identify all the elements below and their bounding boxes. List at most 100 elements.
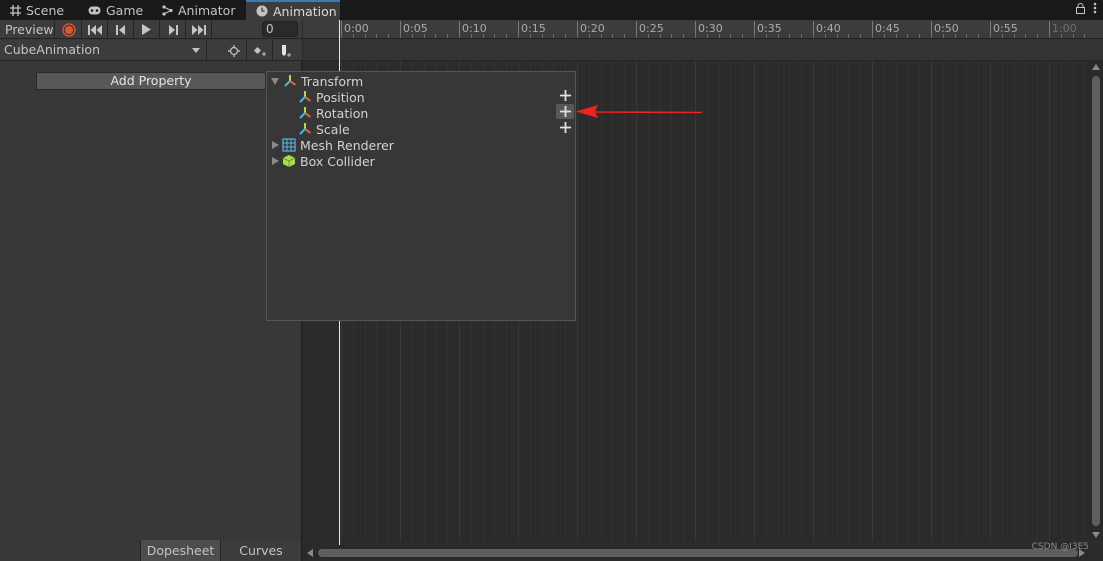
step-forward-icon xyxy=(168,24,178,35)
minor-tick xyxy=(353,34,354,38)
last-keyframe-button[interactable] xyxy=(186,20,212,39)
add-property-button[interactable]: Add Property xyxy=(36,72,266,90)
animation-properties-panel: Preview 0 CubeAnimation Add Property Dop… xyxy=(0,20,302,561)
tab-animator-label: Animator xyxy=(178,2,236,18)
tree-item-label: Position xyxy=(316,89,365,105)
grid-line xyxy=(1061,61,1062,541)
curves-tab[interactable]: Curves xyxy=(220,540,301,561)
add-keyframe-button[interactable] xyxy=(247,40,273,61)
next-keyframe-button[interactable] xyxy=(160,20,186,39)
first-keyframe-button[interactable] xyxy=(82,20,108,39)
grid-line xyxy=(837,61,838,541)
tab-scene-label: Scene xyxy=(26,2,65,18)
tree-item-rotation[interactable]: Rotation xyxy=(298,105,368,121)
dopesheet-tab[interactable]: Dopesheet xyxy=(140,540,220,561)
event-lane[interactable] xyxy=(303,39,1103,61)
frame-input[interactable]: 0 xyxy=(262,21,298,37)
minor-tick xyxy=(778,34,779,38)
watermark: CSDN @I3E5 xyxy=(1031,542,1089,552)
more-options-icon[interactable] xyxy=(1093,2,1097,14)
minor-tick xyxy=(565,34,566,38)
tab-scene[interactable]: Scene xyxy=(0,0,78,20)
grid-line xyxy=(1014,61,1015,541)
clip-toolbar: CubeAnimation xyxy=(0,40,302,61)
preview-button[interactable]: Preview xyxy=(0,20,55,39)
minor-tick xyxy=(884,34,885,38)
box-collider-icon xyxy=(282,155,296,167)
minor-tick xyxy=(990,34,991,38)
minor-tick xyxy=(719,34,720,38)
minor-tick xyxy=(471,34,472,38)
tree-item-label: Scale xyxy=(316,121,350,137)
minor-tick xyxy=(1073,34,1074,38)
minor-tick xyxy=(388,34,389,38)
annotation-arrow-icon xyxy=(576,105,703,118)
playback-toolbar: Preview 0 xyxy=(0,20,302,39)
grid-line xyxy=(896,61,897,541)
minor-tick xyxy=(400,34,401,38)
minor-tick xyxy=(907,34,908,38)
minor-tick xyxy=(872,34,873,38)
grid-line xyxy=(955,61,956,541)
minor-tick xyxy=(931,34,932,38)
tab-animation[interactable]: Animation xyxy=(246,0,340,20)
grid-line xyxy=(884,61,885,541)
minor-tick xyxy=(671,34,672,38)
tree-item-mesh-renderer[interactable]: Mesh Renderer xyxy=(271,137,394,153)
minor-tick xyxy=(636,34,637,38)
grid-line xyxy=(1025,61,1026,541)
tab-game-label: Game xyxy=(106,2,144,18)
lock-icon[interactable] xyxy=(1076,2,1085,14)
window-controls xyxy=(1076,2,1097,14)
previous-keyframe-button[interactable] xyxy=(108,20,134,39)
tab-game[interactable]: Game xyxy=(78,0,152,20)
minor-tick xyxy=(837,34,838,38)
clip-dropdown[interactable]: CubeAnimation xyxy=(0,40,207,61)
plus-icon xyxy=(559,106,571,117)
tree-item-position[interactable]: Position xyxy=(298,89,365,105)
foldout-expanded-icon[interactable] xyxy=(271,77,279,85)
grid-line xyxy=(636,61,637,541)
vertical-scrollbar[interactable] xyxy=(1089,61,1103,541)
add-position-button[interactable] xyxy=(556,88,574,103)
tab-animator[interactable]: Animator xyxy=(152,0,244,20)
add-scale-button[interactable] xyxy=(556,120,574,135)
step-back-icon xyxy=(115,24,125,35)
grid-line xyxy=(612,61,613,541)
filter-by-selection-button[interactable] xyxy=(221,40,247,61)
minor-tick xyxy=(1061,34,1062,38)
foldout-collapsed-icon[interactable] xyxy=(272,157,279,165)
vertical-scroll-thumb[interactable] xyxy=(1092,76,1100,526)
minor-tick xyxy=(601,34,602,38)
tree-item-scale[interactable]: Scale xyxy=(298,121,350,137)
transform-icon xyxy=(299,107,312,119)
time-ruler[interactable]: 0:00 0:05 0:10 0:15 0:20 0:25 0:30 0:35 … xyxy=(303,20,1103,39)
play-button[interactable] xyxy=(134,20,160,39)
tree-item-transform[interactable]: Transform xyxy=(271,73,363,89)
add-event-button[interactable] xyxy=(273,40,299,61)
grid-line xyxy=(931,61,932,541)
minor-tick xyxy=(943,34,944,38)
minor-tick xyxy=(848,34,849,38)
skip-to-end-icon xyxy=(191,24,206,35)
plus-icon xyxy=(559,90,571,101)
grid-line xyxy=(848,61,849,541)
record-button[interactable] xyxy=(56,20,82,39)
horizontal-scroll-thumb[interactable] xyxy=(318,549,1078,557)
minor-tick xyxy=(742,34,743,38)
add-rotation-button[interactable] xyxy=(556,104,574,119)
minor-tick xyxy=(412,34,413,38)
minor-tick xyxy=(1049,34,1050,38)
horizontal-scrollbar[interactable] xyxy=(303,545,1089,561)
grid-line xyxy=(1037,61,1038,541)
minor-tick xyxy=(813,34,814,38)
foldout-collapsed-icon[interactable] xyxy=(272,141,279,149)
chevron-down-icon xyxy=(192,48,200,53)
minor-tick xyxy=(978,34,979,38)
minor-tick xyxy=(660,34,661,38)
grid-line xyxy=(919,61,920,541)
grid-line xyxy=(990,61,991,541)
minor-tick xyxy=(801,34,802,38)
minor-tick xyxy=(683,34,684,38)
tree-item-box-collider[interactable]: Box Collider xyxy=(271,153,375,169)
